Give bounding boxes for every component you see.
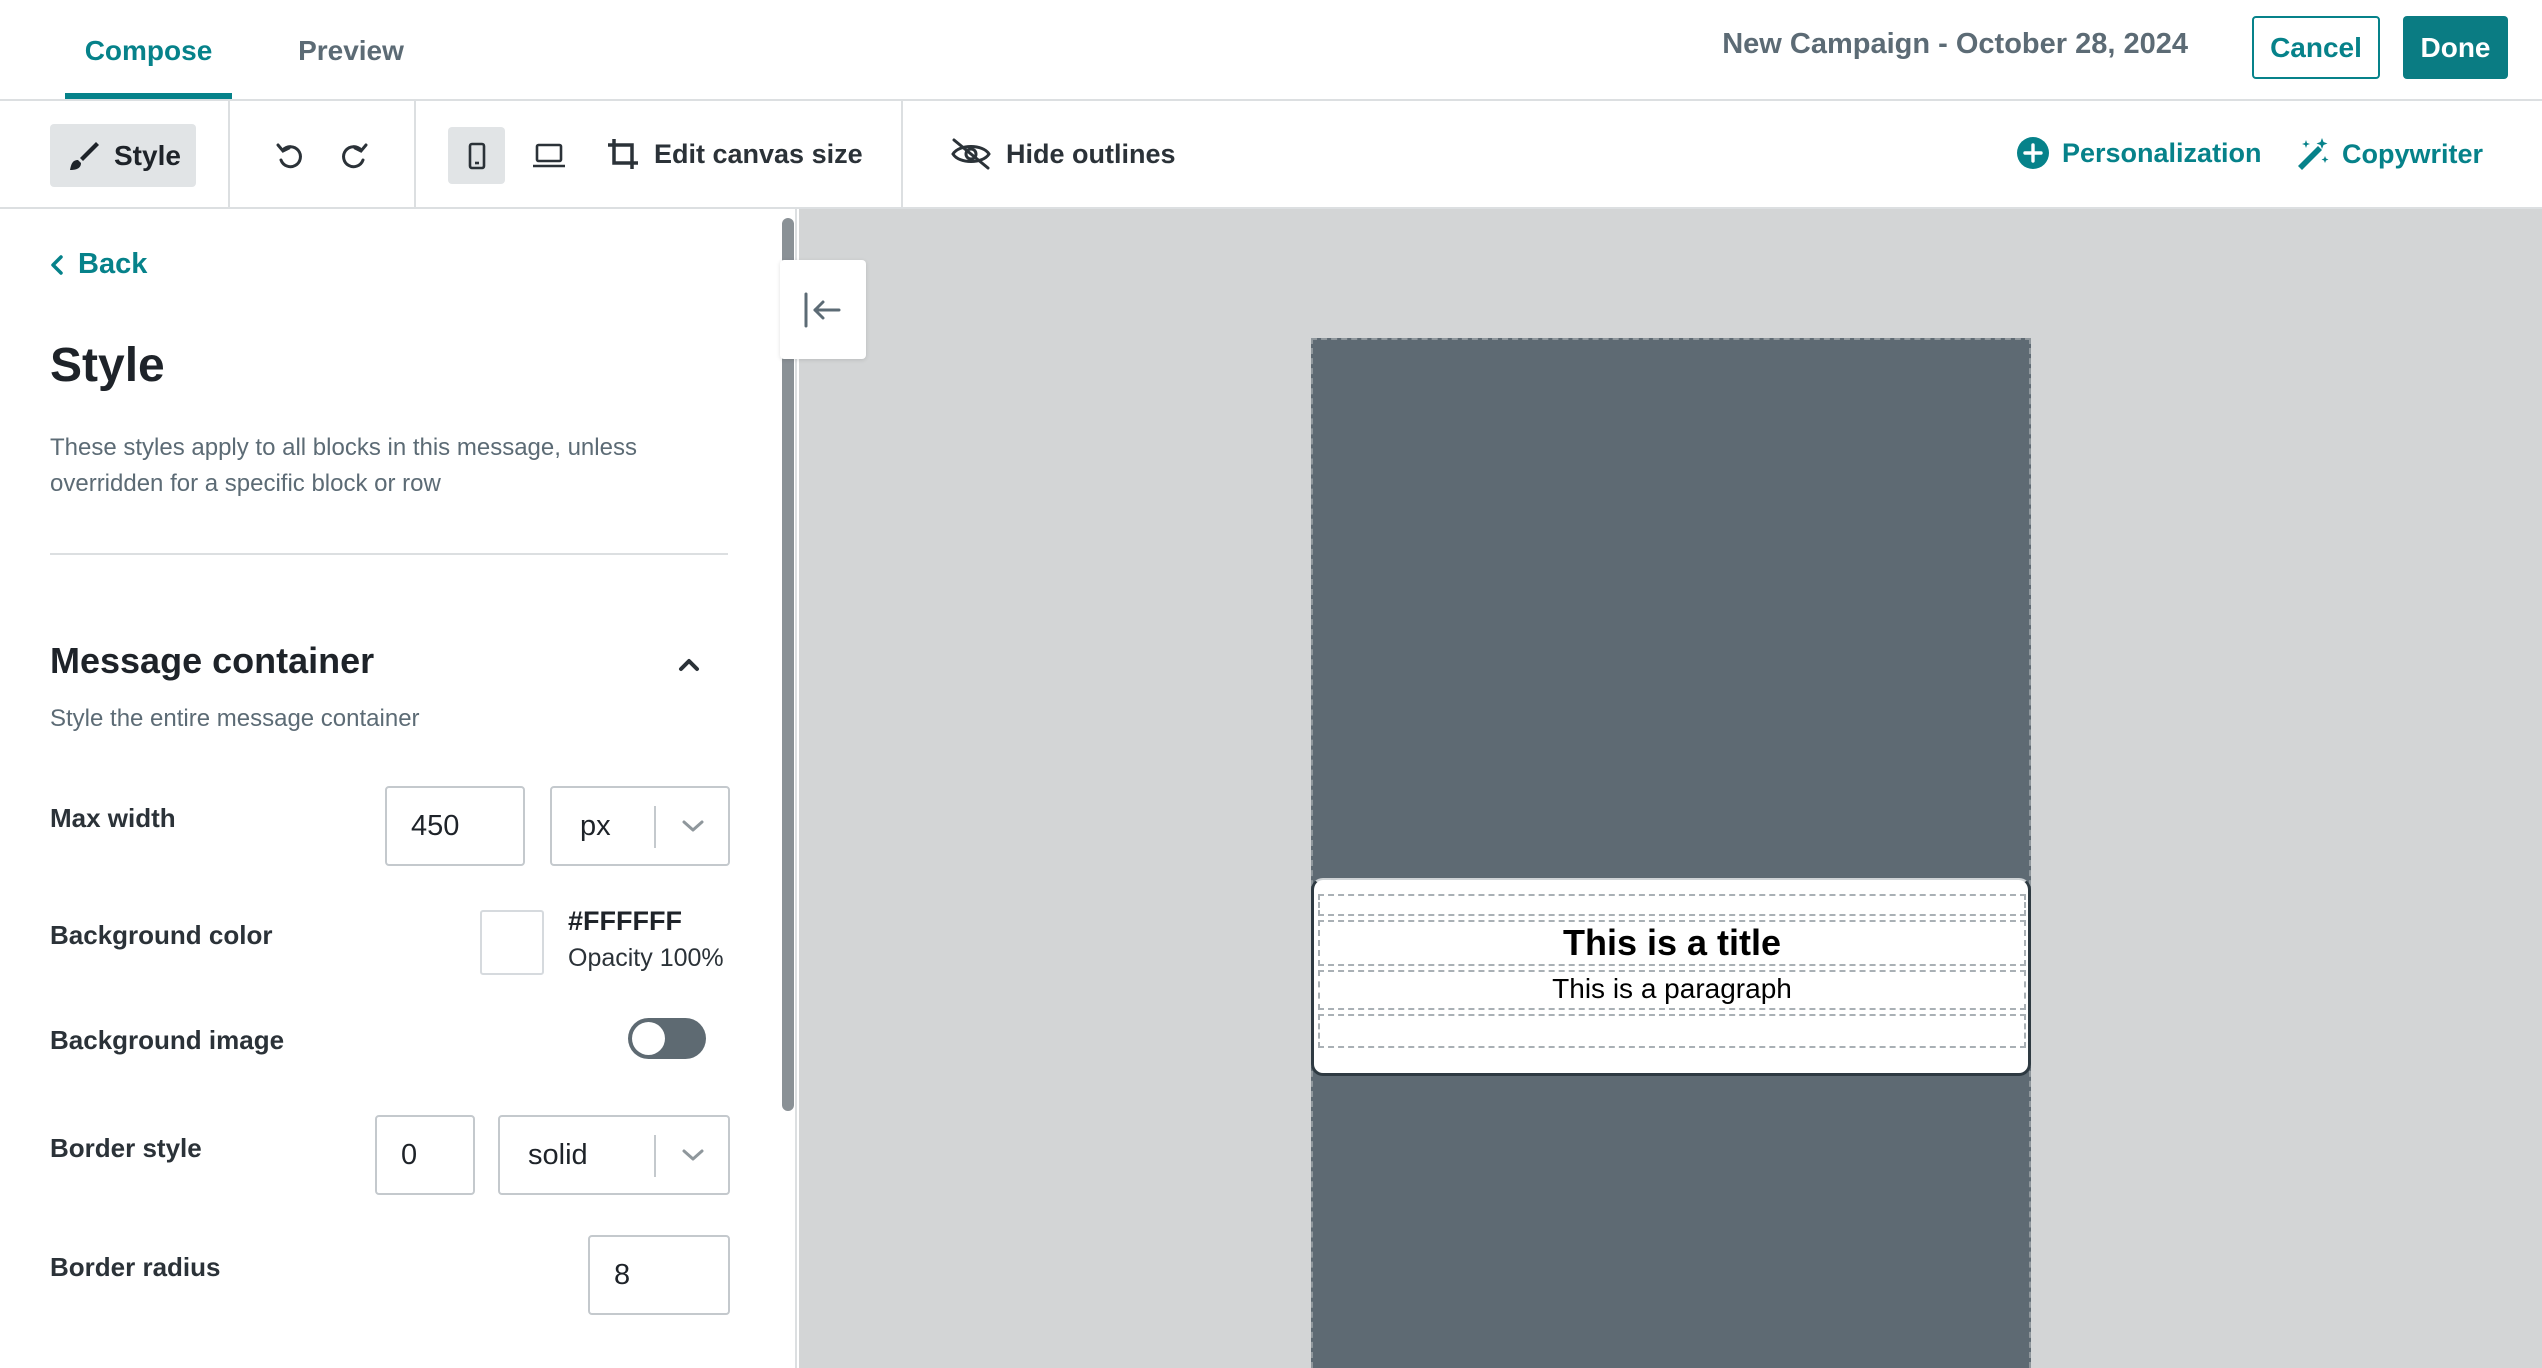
background-image-label: Background image — [50, 1025, 285, 1055]
mobile-icon — [467, 142, 487, 170]
cancel-button[interactable]: Cancel — [2252, 16, 2380, 79]
personalization-button[interactable]: Personalization — [2016, 136, 2262, 170]
desktop-view-button[interactable] — [520, 127, 577, 184]
paintbrush-icon — [66, 139, 100, 173]
undo-icon[interactable] — [270, 136, 310, 176]
border-style-value: solid — [528, 1138, 588, 1171]
background-image-toggle[interactable] — [628, 1018, 706, 1059]
desktop-icon — [532, 142, 566, 170]
collapse-panel-button[interactable] — [780, 260, 866, 359]
max-width-input[interactable]: 450 — [385, 786, 525, 866]
select-separator — [654, 806, 656, 848]
mobile-preview-frame — [1311, 338, 2031, 1368]
crop-icon — [606, 137, 640, 171]
copywriter-label: Copywriter — [2342, 138, 2484, 169]
section-title[interactable]: Message container — [50, 640, 374, 682]
redo-icon[interactable] — [334, 136, 374, 176]
personalization-label: Personalization — [2062, 137, 2262, 168]
style-button[interactable]: Style — [50, 124, 196, 187]
copywriter-button[interactable]: Copywriter — [2294, 136, 2483, 172]
plus-circle-icon — [2016, 136, 2050, 170]
border-radius-label: Border radius — [50, 1252, 221, 1282]
max-width-label: Max width — [50, 803, 176, 833]
campaign-name[interactable]: New Campaign - October 28, 2024 — [1600, 28, 2188, 61]
edit-canvas-size-button[interactable]: Edit canvas size — [606, 137, 863, 171]
hide-outlines-button[interactable]: Hide outlines — [950, 137, 1176, 171]
edit-canvas-size-label: Edit canvas size — [654, 138, 863, 169]
done-button[interactable]: Done — [2403, 16, 2508, 79]
chevron-up-icon[interactable] — [674, 652, 704, 676]
tab-compose[interactable]: Compose — [65, 0, 232, 101]
color-opacity: Opacity 100% — [568, 944, 724, 972]
border-width-input[interactable]: 0 — [375, 1115, 475, 1195]
chevron-down-icon — [680, 1147, 706, 1163]
panel-description: These styles apply to all blocks in this… — [50, 434, 637, 497]
chevron-down-icon — [680, 818, 706, 834]
color-swatch[interactable] — [480, 910, 544, 975]
border-radius-input[interactable]: 8 — [588, 1235, 730, 1315]
toggle-knob — [632, 1022, 665, 1055]
message-title[interactable]: This is a title — [1318, 920, 2026, 966]
toolbar-divider — [901, 101, 903, 209]
message-container[interactable]: This is a title This is a paragraph — [1311, 878, 2031, 1076]
border-style-select[interactable]: solid — [498, 1115, 730, 1195]
toolbar-divider — [414, 101, 416, 209]
row-spacer[interactable] — [1318, 894, 2026, 916]
active-tab-indicator — [65, 93, 232, 99]
color-hex-value[interactable]: #FFFFFF — [568, 906, 682, 937]
tab-preview[interactable]: Preview — [270, 0, 432, 101]
select-separator — [654, 1135, 656, 1177]
toolbar-divider — [228, 101, 230, 209]
eye-slash-icon — [950, 137, 992, 171]
collapse-left-icon — [801, 288, 845, 332]
back-label: Back — [78, 248, 148, 280]
magic-wand-icon — [2294, 136, 2330, 172]
border-style-label: Border style — [50, 1133, 202, 1163]
panel-title: Style — [50, 339, 165, 392]
mobile-view-button[interactable] — [448, 127, 505, 184]
back-link[interactable]: Back — [50, 248, 147, 281]
chevron-left-icon — [50, 254, 64, 276]
divider — [50, 553, 728, 555]
message-paragraph[interactable]: This is a paragraph — [1318, 970, 2026, 1010]
background-color-label: Background color — [50, 920, 273, 950]
style-button-label: Style — [114, 139, 181, 171]
max-width-unit-select[interactable]: px — [550, 786, 730, 866]
hide-outlines-label: Hide outlines — [1006, 138, 1176, 169]
max-width-unit-value: px — [580, 809, 611, 842]
row-spacer[interactable] — [1318, 1014, 2026, 1048]
section-description: Style the entire message container — [50, 705, 420, 732]
